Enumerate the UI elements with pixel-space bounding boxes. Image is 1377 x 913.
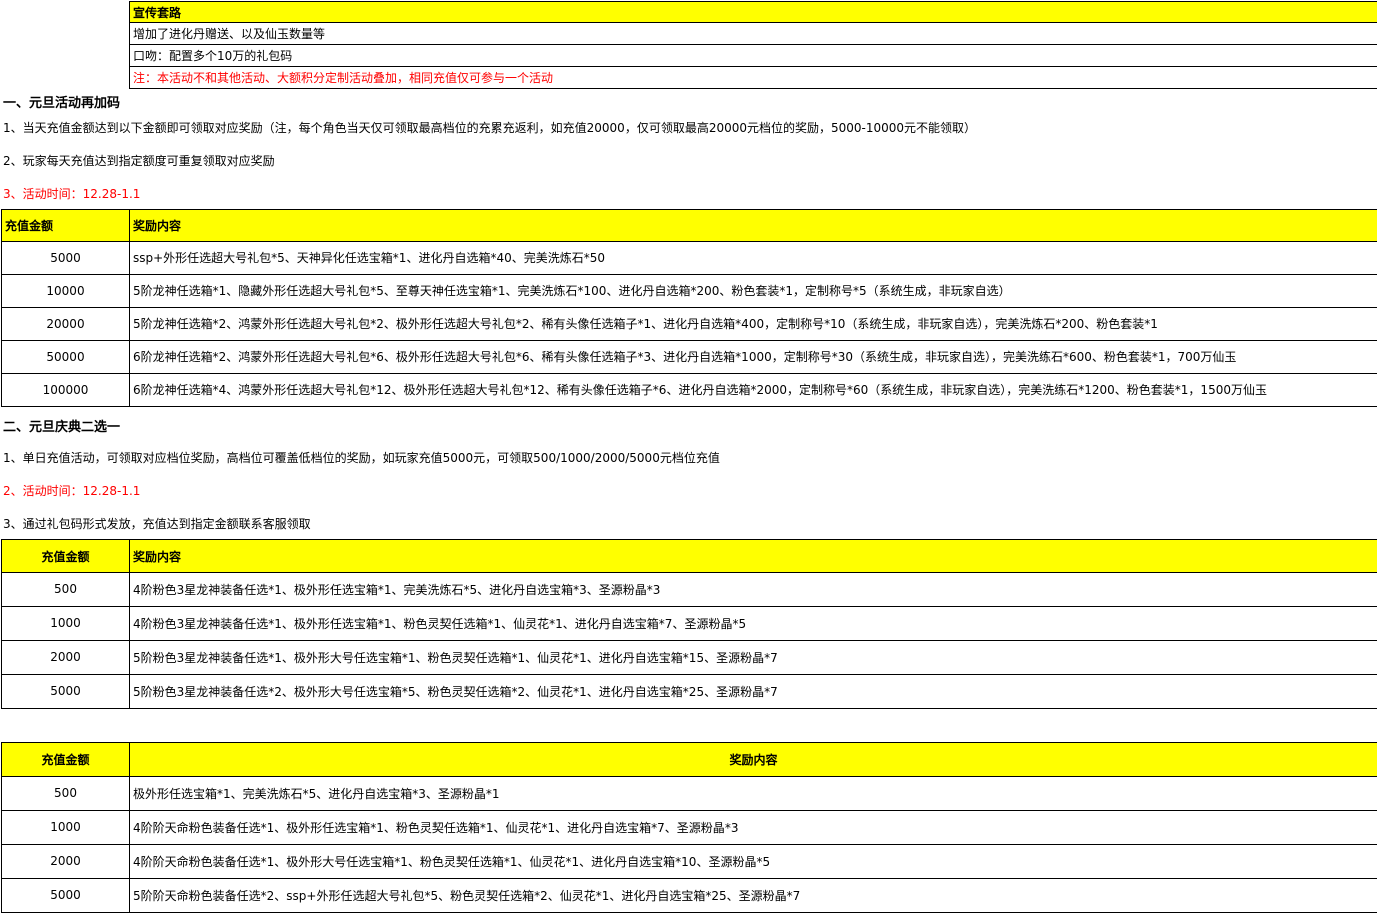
table-cell-amount: 2000: [1, 640, 130, 675]
table-cell-amount: 10000: [1, 274, 130, 308]
table-cell-reward: 4阶阶天命粉色装备任选*1、极外形任选宝箱*1、粉色灵契任选箱*1、仙灵花*1、…: [129, 810, 1377, 845]
table-cell-amount: 5000: [1, 674, 130, 709]
promo-header: 宣传套路: [129, 1, 1377, 23]
promo-row-1: 增加了进化丹赠送、以及仙玉数量等: [129, 22, 1377, 45]
table-cell-amount: 5000: [1, 878, 130, 913]
section-1-line-1: 1、当天充值金额达到以下金额即可领取对应奖励（注，每个角色当天仅可领取最高档位的…: [3, 121, 977, 135]
table-cell-amount: 20000: [1, 307, 130, 341]
table-header-reward: 奖励内容: [129, 742, 1377, 777]
table-cell-amount: 100000: [1, 373, 130, 407]
table-cell-reward: 6阶龙神任选箱*2、鸿蒙外形任选超大号礼包*6、极外形任选超大号礼包*6、稀有头…: [129, 340, 1377, 374]
table-cell-amount: 500: [1, 572, 130, 607]
section-2-line-2: 2、活动时间：12.28-1.1: [3, 484, 141, 498]
section-2-title: 二、元旦庆典二选一: [3, 420, 121, 435]
table-header-amount: 充值金额: [1, 539, 130, 573]
table-header-reward: 奖励内容: [129, 209, 1377, 242]
table-cell-amount: 1000: [1, 810, 130, 845]
table-cell-reward: 极外形任选宝箱*1、完美洗炼石*5、进化丹自选宝箱*3、圣源粉晶*1: [129, 776, 1377, 811]
table-header-amount: 充值金额: [1, 742, 130, 777]
promo-row-2: 口吻：配置多个10万的礼包码: [129, 44, 1377, 67]
table-header-reward: 奖励内容: [129, 539, 1377, 573]
table-cell-amount: 500: [1, 776, 130, 811]
table-cell-amount: 5000: [1, 241, 130, 275]
table-cell-reward: 5阶龙神任选箱*2、鸿蒙外形任选超大号礼包*2、极外形任选超大号礼包*2、稀有头…: [129, 307, 1377, 341]
table-cell-reward: 4阶阶天命粉色装备任选*1、极外形大号任选宝箱*1、粉色灵契任选箱*1、仙灵花*…: [129, 844, 1377, 879]
section-1-title: 一、元旦活动再加码: [3, 96, 121, 111]
table-cell-reward: 6阶龙神任选箱*4、鸿蒙外形任选超大号礼包*12、极外形任选超大号礼包*12、稀…: [129, 373, 1377, 407]
section-2-line-1: 1、单日充值活动，可领取对应档位奖励，高档位可覆盖低档位的奖励，如玩家充值500…: [3, 451, 720, 465]
table-cell-reward: 5阶龙神任选箱*1、隐藏外形任选超大号礼包*5、至尊天神任选宝箱*1、完美洗炼石…: [129, 274, 1377, 308]
table-cell-amount: 50000: [1, 340, 130, 374]
table-cell-reward: 5阶粉色3星龙神装备任选*2、极外形大号任选宝箱*5、粉色灵契任选箱*2、仙灵花…: [129, 674, 1377, 709]
promo-row-3: 注：本活动不和其他活动、大额积分定制活动叠加，相同充值仅可参与一个活动: [129, 66, 1377, 89]
table-cell-reward: 5阶阶天命粉色装备任选*2、ssp+外形任选超大号礼包*5、粉色灵契任选箱*2、…: [129, 878, 1377, 913]
table-cell-reward: 4阶粉色3星龙神装备任选*1、极外形任选宝箱*1、粉色灵契任选箱*1、仙灵花*1…: [129, 606, 1377, 641]
table-cell-amount: 2000: [1, 844, 130, 879]
table-header-amount: 充值金额: [1, 209, 130, 242]
section-2-line-3: 3、通过礼包码形式发放，充值达到指定金额联系客服领取: [3, 517, 311, 531]
section-1-line-2: 2、玩家每天充值达到指定额度可重复领取对应奖励: [3, 154, 275, 168]
table-cell-reward: 5阶粉色3星龙神装备任选*1、极外形大号任选宝箱*1、粉色灵契任选箱*1、仙灵花…: [129, 640, 1377, 675]
table-cell-reward: ssp+外形任选超大号礼包*5、天神异化任选宝箱*1、进化丹自选箱*40、完美洗…: [129, 241, 1377, 275]
section-1-line-3: 3、活动时间：12.28-1.1: [3, 187, 141, 201]
table-cell-amount: 1000: [1, 606, 130, 641]
table-cell-reward: 4阶粉色3星龙神装备任选*1、极外形任选宝箱*1、完美洗炼石*5、进化丹自选宝箱…: [129, 572, 1377, 607]
